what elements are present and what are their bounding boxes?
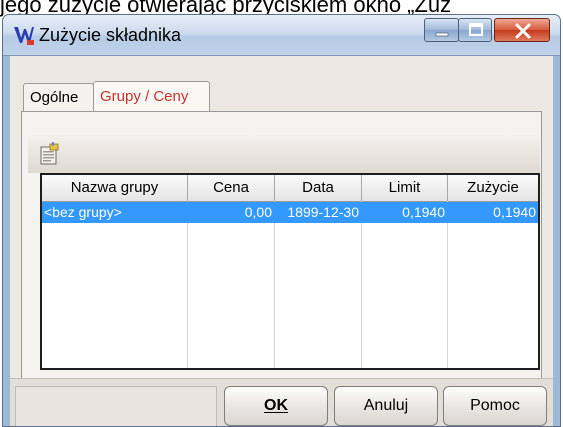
help-button-label: Pomoc bbox=[470, 397, 520, 414]
window-title: Zużycie składnika bbox=[39, 25, 182, 45]
column-divider bbox=[361, 201, 362, 368]
cell-price: 0,00 bbox=[244, 204, 272, 220]
ok-button[interactable]: OK bbox=[224, 386, 328, 426]
tab-groups-prices[interactable]: Grupy / Ceny bbox=[93, 81, 210, 112]
maximize-icon bbox=[469, 23, 483, 36]
column-divider bbox=[187, 201, 188, 368]
column-header-group-name[interactable]: Nazwa grupy bbox=[42, 175, 188, 201]
dialog-window: Zużycie składnika Ogólne Grupy / Ceny Na… bbox=[2, 14, 561, 427]
title-bar[interactable]: Zużycie składnika bbox=[3, 15, 560, 56]
close-button[interactable] bbox=[494, 18, 550, 42]
groups-table[interactable]: Nazwa grupy Cena Data Limit Zużycie <bez… bbox=[40, 173, 540, 370]
column-header-limit[interactable]: Limit bbox=[362, 175, 448, 201]
table-header: Nazwa grupy Cena Data Limit Zużycie bbox=[42, 175, 538, 202]
column-header-date[interactable]: Data bbox=[275, 175, 362, 201]
minimize-icon bbox=[435, 32, 449, 37]
column-divider bbox=[447, 201, 448, 368]
help-button[interactable]: Pomoc bbox=[443, 386, 547, 426]
edit-form-icon[interactable] bbox=[38, 142, 62, 166]
cell-group-name: <bez grupy> bbox=[44, 204, 122, 220]
column-header-usage[interactable]: Zużycie bbox=[448, 175, 538, 201]
cancel-button-label: Anuluj bbox=[363, 397, 409, 414]
cell-date: 1899-12-30 bbox=[287, 204, 359, 220]
ok-button-label: OK bbox=[264, 397, 288, 414]
tab-groups-prices-label: Grupy / Ceny bbox=[100, 88, 189, 105]
grid-toolbar bbox=[28, 135, 540, 173]
app-icon bbox=[14, 27, 34, 45]
minimize-button[interactable] bbox=[424, 18, 459, 42]
tab-general[interactable]: Ogólne bbox=[23, 83, 94, 111]
cancel-button[interactable]: Anuluj bbox=[334, 386, 438, 426]
column-divider bbox=[274, 201, 275, 368]
cell-limit: 0,1940 bbox=[402, 204, 445, 220]
status-panel bbox=[15, 386, 217, 426]
maximize-button[interactable] bbox=[458, 18, 492, 42]
close-icon bbox=[515, 23, 531, 39]
column-header-price[interactable]: Cena bbox=[188, 175, 275, 201]
tab-general-label: Ogólne bbox=[30, 89, 79, 106]
cell-usage: 0,1940 bbox=[493, 204, 536, 220]
dialog-client-area: Ogólne Grupy / Ceny Nazwa grupy Cena Dat… bbox=[10, 56, 553, 426]
